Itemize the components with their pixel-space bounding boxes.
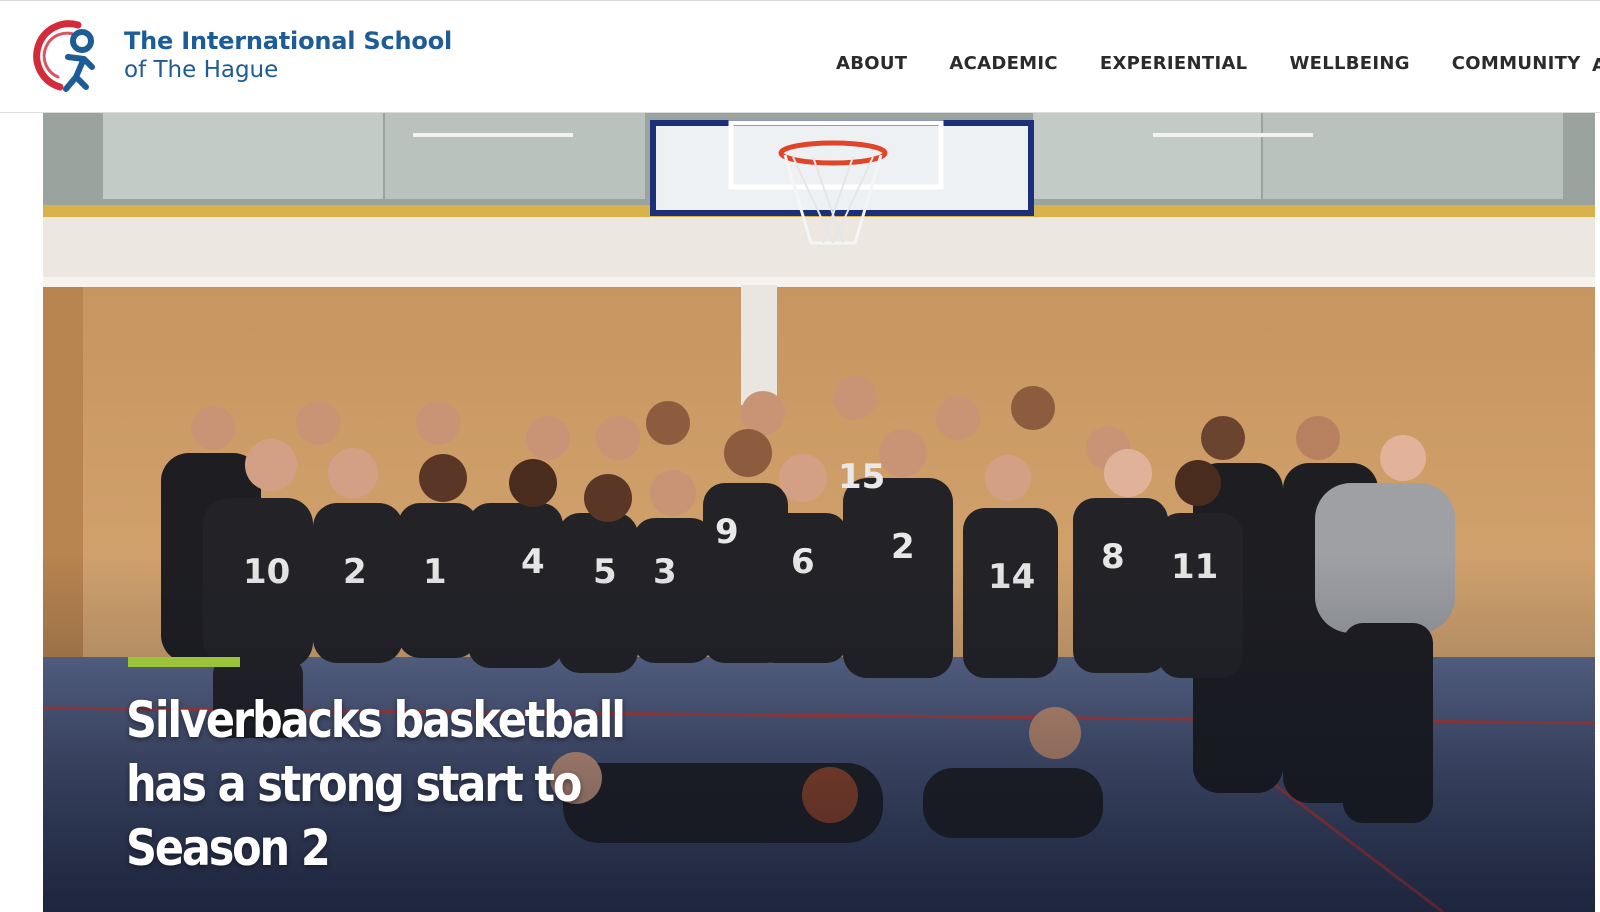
hero-title[interactable]: Silverbacks basketball has a strong star…: [126, 688, 659, 880]
svg-text:5: 5: [593, 552, 617, 592]
school-emblem-icon: [33, 20, 95, 92]
logo-title-line2: of The Hague: [124, 57, 279, 83]
logo-title-line1: The International School: [124, 27, 453, 55]
svg-text:8: 8: [1101, 537, 1125, 577]
hero-accent-bar: [128, 657, 240, 667]
nav-wellbeing[interactable]: WELLBEING: [1289, 53, 1409, 74]
site-header: The International School of The Hague AB…: [0, 0, 1600, 113]
svg-text:6: 6: [791, 542, 815, 582]
logo-text: The International School of The Hague: [124, 27, 452, 85]
nav-community[interactable]: COMMUNITY: [1452, 53, 1581, 74]
svg-text:2: 2: [343, 552, 367, 592]
svg-text:9: 9: [715, 512, 739, 552]
svg-text:1: 1: [423, 552, 447, 592]
school-logo[interactable]: The International School of The Hague: [20, 15, 460, 97]
svg-text:15: 15: [838, 457, 885, 497]
nav-experiential[interactable]: EXPERIENTIAL: [1100, 53, 1248, 74]
svg-text:2: 2: [891, 527, 915, 567]
svg-text:11: 11: [1171, 547, 1218, 587]
svg-text:4: 4: [521, 542, 545, 582]
nav-overflow-item[interactable]: A: [1592, 55, 1600, 71]
main-nav: ABOUT ACADEMIC EXPERIENTIAL WELLBEING CO…: [836, 53, 1600, 74]
svg-text:10: 10: [243, 552, 290, 592]
hero-banner[interactable]: 10 2 1 4 5 3 9 6 15 2 14 8 11 Silverback…: [43, 113, 1595, 912]
svg-text:14: 14: [988, 557, 1035, 597]
nav-about[interactable]: ABOUT: [836, 53, 907, 74]
svg-text:3: 3: [653, 552, 677, 592]
nav-academic[interactable]: ACADEMIC: [949, 53, 1058, 74]
